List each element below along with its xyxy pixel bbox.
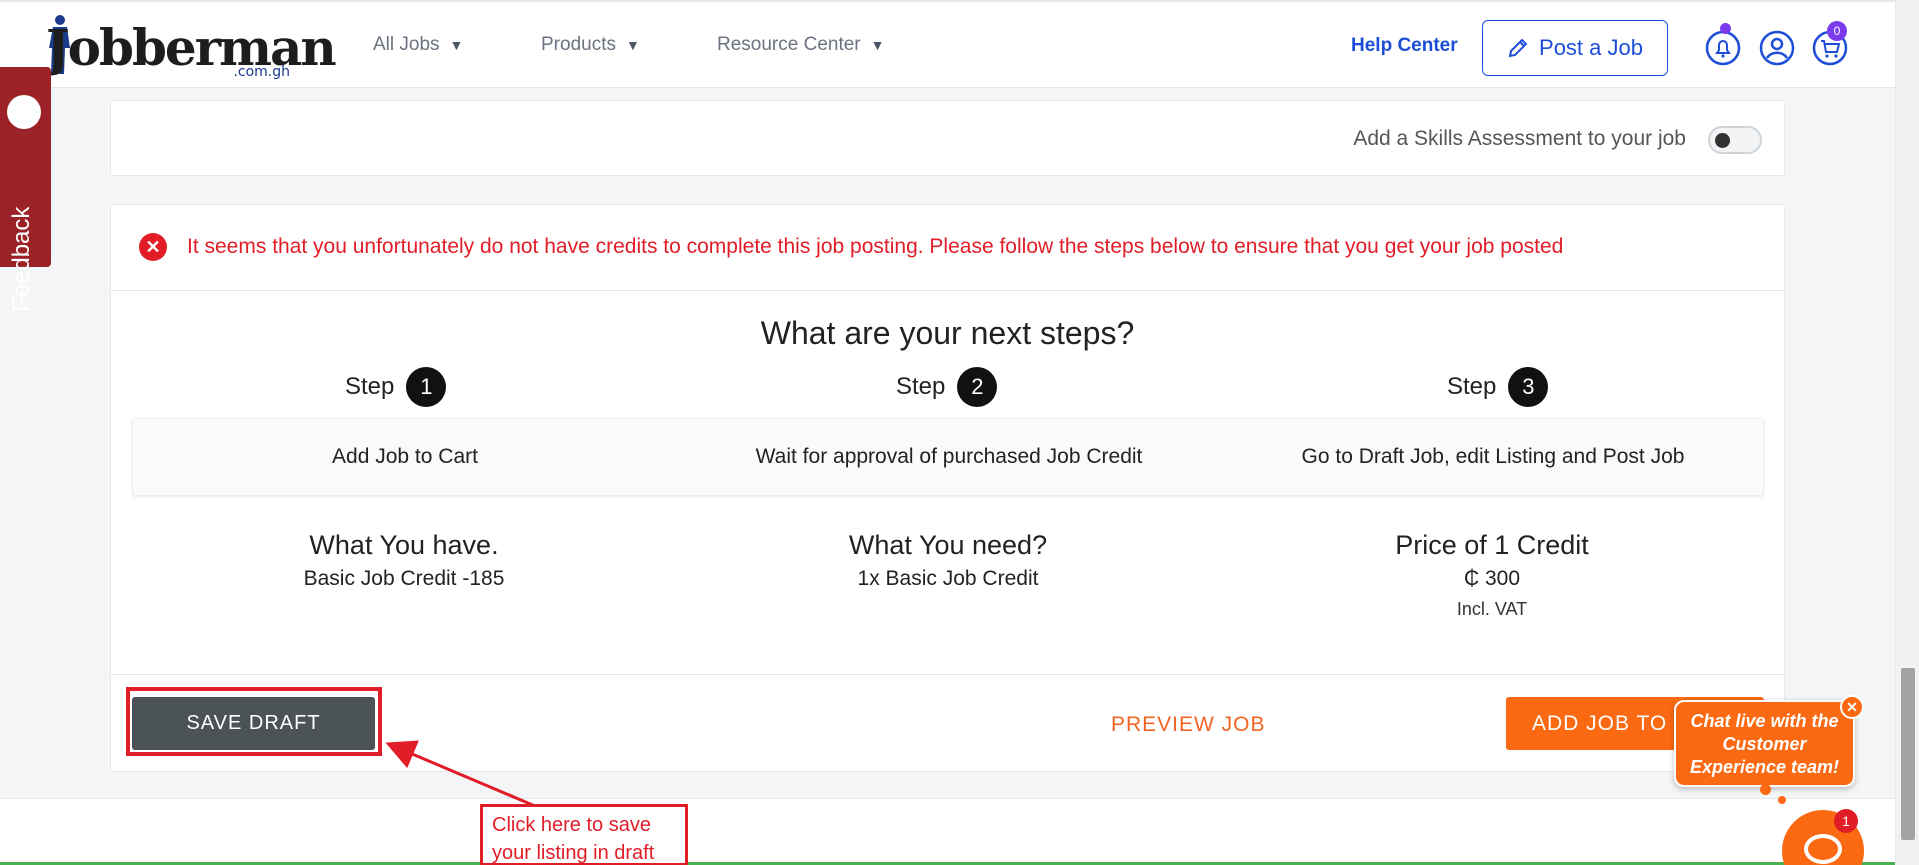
- chat-bubble-icon: [1804, 834, 1842, 864]
- annotation-arrow-icon: [385, 740, 536, 808]
- annotation-callout: Click here to save your listing in draft: [480, 804, 688, 865]
- chat-trail-dot: [1760, 784, 1771, 795]
- chat-unread-badge: 1: [1834, 809, 1858, 833]
- chat-invite-text: Chat live with the Customer Experience t…: [1689, 711, 1840, 777]
- chat-close-button[interactable]: ✕: [1840, 695, 1864, 719]
- chat-invite-bubble[interactable]: Chat live with the Customer Experience t…: [1674, 700, 1855, 787]
- chat-trail-dot: [1778, 796, 1786, 804]
- annotation-text: Click here to save your listing in draft: [492, 814, 655, 864]
